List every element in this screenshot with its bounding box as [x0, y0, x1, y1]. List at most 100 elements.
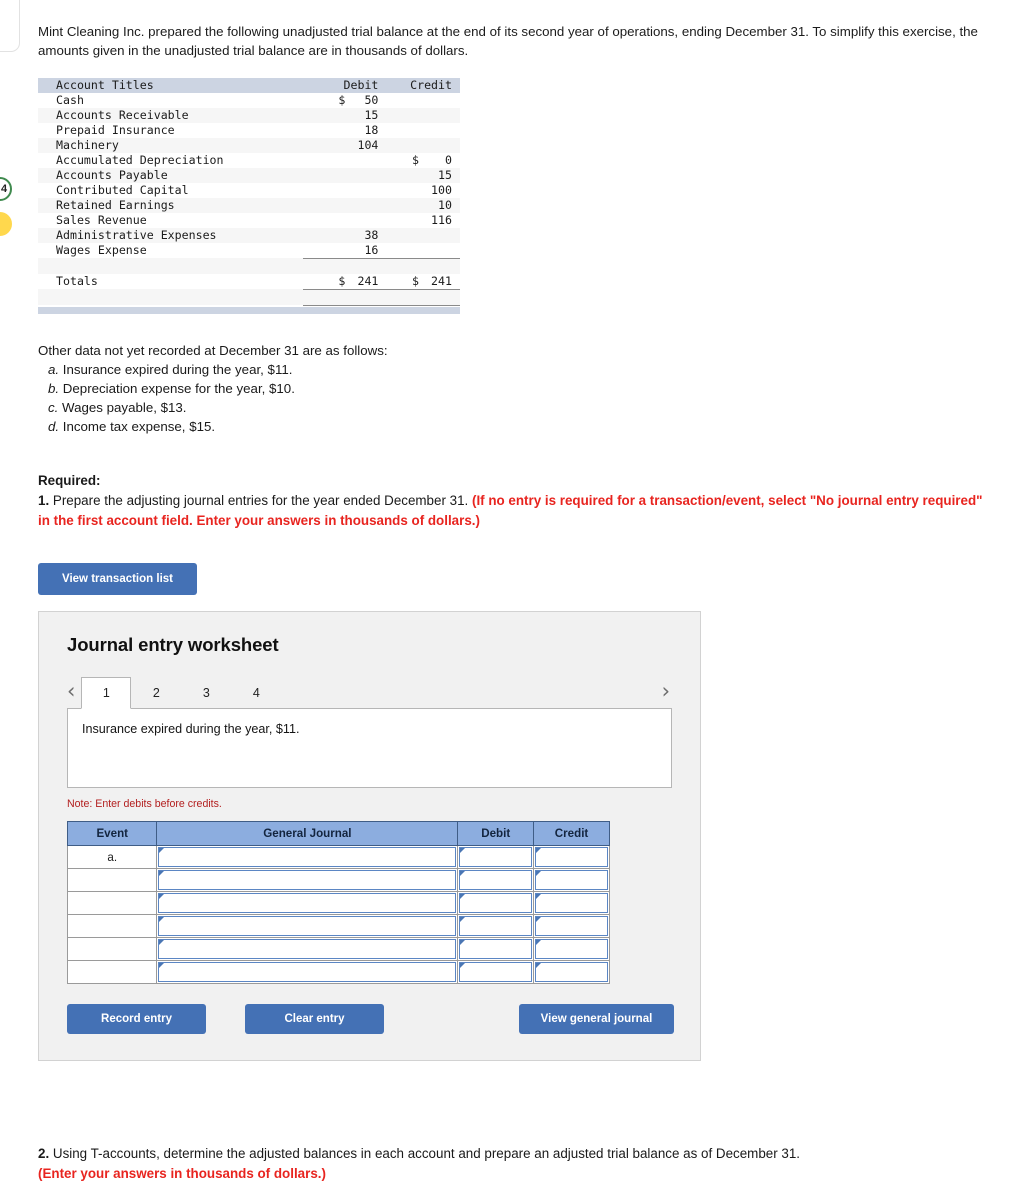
tb-debit-value: 104: [303, 137, 387, 153]
je-debit-input[interactable]: [459, 962, 533, 983]
tb-credit-value: [386, 92, 460, 108]
tb-debit-value: 16: [303, 242, 387, 259]
worksheet-tabs: ‹ 1234 ›: [67, 675, 672, 710]
intro-paragraph: Mint Cleaning Inc. prepared the followin…: [38, 24, 978, 59]
tb-debit-value: [303, 152, 387, 168]
je-event-cell: [66, 960, 158, 985]
general-journal-table: Event General Journal Debit Credit a.: [66, 821, 610, 985]
journal-entry-row: [66, 868, 610, 893]
je-debit-cell[interactable]: [457, 845, 535, 870]
je-journal-cell[interactable]: [156, 845, 459, 870]
tb-account-title: Accounts Receivable: [38, 107, 304, 123]
other-data-list: a. Insurance expired during the year, $1…: [38, 361, 988, 437]
tb-credit-value: [386, 227, 460, 243]
dropdown-triangle-icon: [460, 894, 466, 900]
je-journal-input[interactable]: [158, 893, 457, 914]
journal-entry-row: a.: [66, 845, 610, 870]
je-journal-input[interactable]: [158, 962, 457, 983]
journal-entry-row: [66, 960, 610, 985]
je-debit-cell[interactable]: [457, 891, 535, 916]
trial-balance-row: Accumulated Depreciation $0: [38, 152, 460, 168]
je-journal-cell[interactable]: [156, 891, 459, 916]
tb-credit-value: [386, 122, 460, 138]
worksheet-tab-2[interactable]: 2: [131, 677, 181, 708]
je-debit-input[interactable]: [459, 847, 533, 868]
worksheet-tab-3[interactable]: 3: [181, 677, 231, 708]
je-debit-input[interactable]: [459, 893, 533, 914]
je-journal-cell[interactable]: [156, 914, 459, 939]
dropdown-triangle-icon: [536, 894, 542, 900]
je-event-cell: [66, 914, 158, 939]
tb-account-title: Machinery: [38, 137, 304, 153]
view-general-journal-button[interactable]: View general journal: [519, 1004, 674, 1035]
je-credit-cell[interactable]: [533, 914, 610, 939]
step-badge-4[interactable]: 4: [0, 177, 12, 201]
highlight-badge[interactable]: [0, 212, 12, 236]
je-credit-cell[interactable]: [533, 891, 610, 916]
je-credit-input[interactable]: [535, 893, 608, 914]
dropdown-triangle-icon: [460, 917, 466, 923]
tb-account-title: Contributed Capital: [38, 182, 304, 198]
je-journal-input[interactable]: [158, 870, 457, 891]
je-debit-cell[interactable]: [457, 960, 535, 985]
chevron-right-icon[interactable]: ›: [662, 681, 670, 708]
other-data-letter: d.: [48, 419, 60, 435]
question-page: Mint Cleaning Inc. prepared the followin…: [38, 22, 988, 1184]
dropdown-triangle-icon: [460, 963, 466, 969]
trial-balance-row: Wages Expense 16: [38, 242, 460, 259]
other-data-item: d. Income tax expense, $15.: [38, 418, 988, 437]
je-credit-cell[interactable]: [533, 960, 610, 985]
tb-credit-value: 100: [386, 182, 460, 198]
trial-balance-row: Cash $50: [38, 92, 460, 108]
je-journal-input[interactable]: [158, 939, 457, 960]
tb-debit-value: 38: [303, 227, 387, 243]
je-debit-input[interactable]: [459, 939, 533, 960]
je-credit-cell[interactable]: [533, 845, 610, 870]
je-journal-input[interactable]: [158, 847, 457, 868]
other-data-letter: a.: [48, 362, 60, 378]
worksheet-title: Journal entry worksheet: [67, 634, 279, 656]
dropdown-triangle-icon: [460, 848, 466, 854]
je-debit-cell[interactable]: [457, 914, 535, 939]
view-transaction-list-button[interactable]: View transaction list: [38, 563, 197, 596]
trial-balance-footer-bar: [38, 306, 460, 314]
je-credit-cell[interactable]: [533, 937, 610, 962]
clear-entry-button[interactable]: Clear entry: [245, 1004, 384, 1035]
tb-credit-value: [386, 107, 460, 123]
trial-balance-row: Retained Earnings 10: [38, 197, 460, 213]
th-event: Event: [66, 821, 158, 847]
je-credit-input[interactable]: [535, 847, 608, 868]
trial-balance-row: Administrative Expenses 38: [38, 227, 460, 243]
required-heading: Required:: [38, 472, 101, 488]
tb-debit-value: $50: [303, 92, 387, 108]
closing-red-note: (Enter your answers in thousands of doll…: [38, 1166, 326, 1182]
worksheet-tab-4[interactable]: 4: [231, 677, 281, 708]
je-debit-cell[interactable]: [457, 937, 535, 962]
tb-debit-value: 15: [303, 107, 387, 123]
other-data-letter: c.: [48, 400, 59, 416]
th-debit: Debit: [303, 77, 387, 93]
worksheet-tab-1[interactable]: 1: [81, 677, 132, 710]
je-credit-input[interactable]: [535, 939, 608, 960]
je-debit-input[interactable]: [459, 916, 533, 937]
tb-credit-value: $0: [386, 152, 460, 168]
je-credit-input[interactable]: [535, 962, 608, 983]
je-credit-input[interactable]: [535, 870, 608, 891]
trial-balance-container: Account Titles Debit Credit Cash $50 Accou…: [38, 77, 460, 314]
record-entry-button[interactable]: Record entry: [67, 1004, 206, 1035]
tab-list: 1234: [81, 677, 281, 710]
je-journal-cell[interactable]: [156, 937, 459, 962]
je-credit-input[interactable]: [535, 916, 608, 937]
general-journal-body: a.: [66, 845, 610, 985]
chevron-left-icon[interactable]: ‹: [67, 681, 75, 708]
trial-balance-totals-row: Totals $241 $241: [38, 273, 460, 290]
je-credit-cell[interactable]: [533, 868, 610, 893]
je-journal-cell[interactable]: [156, 960, 459, 985]
dropdown-triangle-icon: [159, 894, 165, 900]
je-journal-cell[interactable]: [156, 868, 459, 893]
je-debit-cell[interactable]: [457, 868, 535, 893]
general-journal-head: Event General Journal Debit Credit: [66, 821, 610, 847]
dropdown-triangle-icon: [159, 917, 165, 923]
je-journal-input[interactable]: [158, 916, 457, 937]
je-debit-input[interactable]: [459, 870, 533, 891]
